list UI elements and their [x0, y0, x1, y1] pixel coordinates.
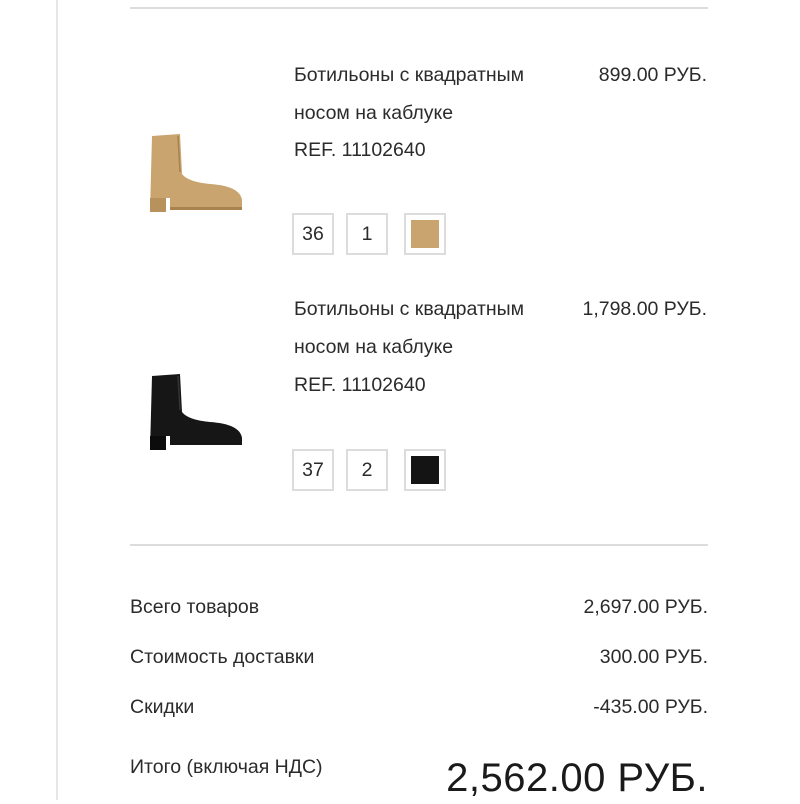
ankle-boot-beige-icon[interactable] [140, 112, 250, 222]
item-ref: REF. 11102640 [294, 139, 426, 161]
discount-value: -435.00 РУБ. [593, 696, 708, 718]
shipping-value: 300.00 РУБ. [599, 646, 708, 668]
item-name-line2: носом на каблуке [294, 102, 454, 124]
item-name-line2: носом на каблуке [294, 336, 454, 358]
total-label: Итого (включая НДС) [130, 756, 323, 778]
size-value: 37 [302, 458, 324, 481]
shipping-row: Стоимость доставки 300.00 РУБ. [130, 646, 708, 676]
total-value: 2,562.00 РУБ. [446, 756, 708, 800]
summary-divider [130, 544, 708, 546]
shipping-label: Стоимость доставки [130, 646, 315, 668]
cart-item: Ботильоны с квадратным носом на каблуке … [0, 0, 800, 255]
color-swatch [411, 456, 439, 484]
discount-row: Скидки -435.00 РУБ. [130, 696, 708, 726]
quantity-selector[interactable]: 2 [346, 449, 388, 491]
item-name[interactable]: Ботильоны с квадратным носом на каблуке [294, 56, 564, 132]
cart-item: Ботильоны с квадратным носом на каблуке … [0, 236, 800, 491]
subtotal-value: 2,697.00 РУБ. [583, 596, 708, 618]
size-selector[interactable]: 37 [292, 449, 334, 491]
item-name[interactable]: Ботильоны с квадратным носом на каблуке [294, 290, 564, 366]
discount-label: Скидки [130, 696, 195, 718]
subtotal-row: Всего товаров 2,697.00 РУБ. [130, 596, 708, 626]
item-name-line1: Ботильоны с квадратным [294, 64, 525, 86]
item-ref: REF. 11102640 [294, 374, 426, 396]
color-selector[interactable] [404, 449, 446, 491]
item-name-line1: Ботильоны с квадратным [294, 298, 525, 320]
subtotal-label: Всего товаров [130, 596, 260, 618]
quantity-value: 2 [361, 458, 373, 481]
ankle-boot-black-icon[interactable] [140, 350, 250, 460]
item-price: 1,798.00 РУБ. [582, 298, 707, 320]
item-price: 899.00 РУБ. [598, 64, 707, 86]
